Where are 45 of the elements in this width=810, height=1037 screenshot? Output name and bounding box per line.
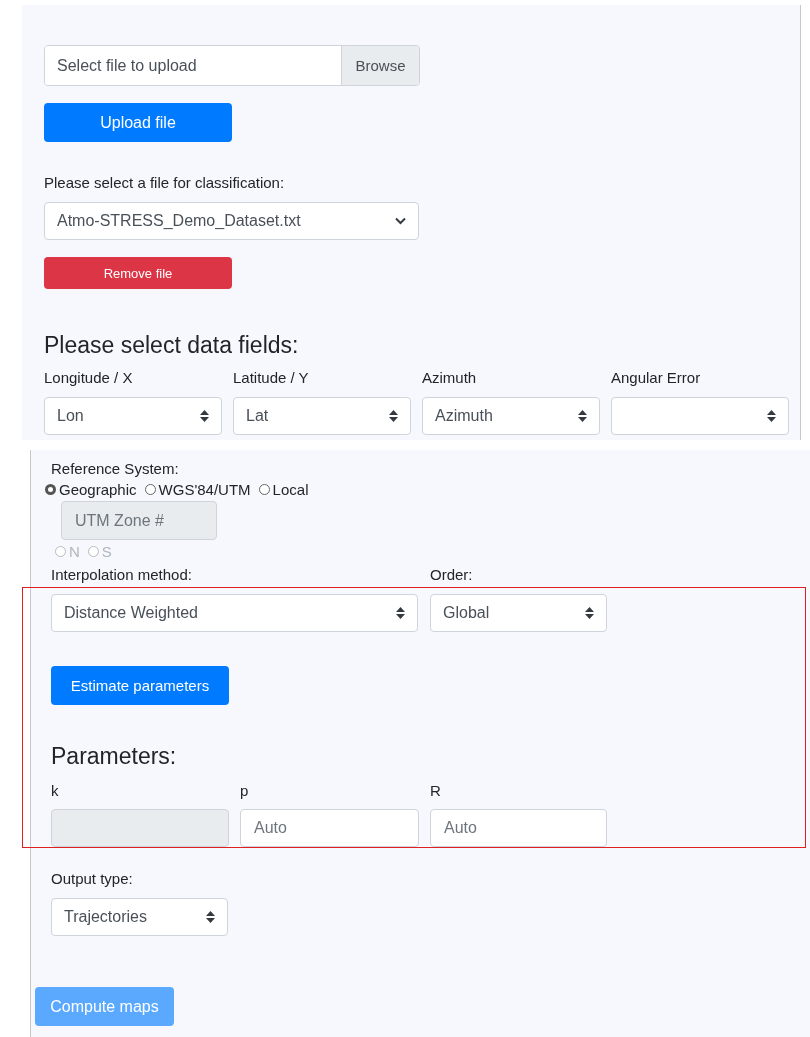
sort-caret-icon: [585, 607, 594, 619]
field-select[interactable]: Lon: [44, 397, 222, 435]
field-label: k: [51, 782, 60, 799]
radio-label: Geographic: [59, 481, 137, 498]
field-label: Order:: [430, 566, 473, 583]
file-field[interactable]: Select file to upload Browse: [44, 45, 420, 86]
field-label: R: [430, 782, 442, 799]
estimate-button[interactable]: Estimate parameters: [51, 666, 229, 705]
field-label: Output type:: [51, 870, 134, 887]
field-label: Angular Error: [611, 369, 702, 386]
radio-label: Local: [272, 481, 309, 498]
order-select[interactable]: Global: [430, 594, 607, 632]
field-label: Longitude / X: [44, 369, 134, 386]
sort-caret-icon: [396, 607, 405, 619]
browse-button[interactable]: Browse: [341, 46, 419, 85]
radio-label: N: [69, 543, 80, 560]
field-select[interactable]: [611, 397, 789, 435]
method-select[interactable]: Distance Weighted: [51, 594, 418, 632]
radio-button[interactable]: [144, 484, 156, 495]
sort-caret-icon: [389, 410, 398, 422]
field-label: Azimuth: [422, 369, 478, 386]
radio-button[interactable]: [258, 484, 270, 495]
field-label: Interpolation method:: [51, 566, 193, 583]
radio-label: WGS'84/UTM: [158, 481, 251, 498]
field-label: Latitude / Y: [233, 369, 310, 386]
sort-caret-icon: [200, 410, 209, 422]
radio-label: S: [101, 543, 112, 560]
output-select[interactable]: Trajectories: [51, 898, 228, 936]
field-select[interactable]: Azimuth: [422, 397, 600, 435]
field-label: Please select a file for classification:: [44, 174, 286, 191]
file-select[interactable]: Atmo-STRESS_Demo_Dataset.txt: [44, 202, 419, 240]
remove-button[interactable]: Remove file: [44, 257, 232, 289]
upload-button[interactable]: Upload file: [44, 103, 232, 142]
sort-caret-icon: [206, 911, 215, 923]
field-select[interactable]: Lat: [233, 397, 411, 435]
field-label: Reference System:: [51, 460, 180, 477]
sort-caret-icon: [767, 410, 776, 422]
section-heading: Parameters:: [51, 743, 178, 770]
parameter-field[interactable]: Auto: [430, 809, 607, 847]
radio-button[interactable]: [45, 484, 56, 495]
sort-caret-icon: [578, 410, 587, 422]
parameter-field[interactable]: Auto: [240, 809, 419, 847]
chevron-down-icon: [395, 217, 406, 225]
section-heading: Please select data fields:: [44, 332, 300, 359]
field-label: p: [240, 782, 250, 799]
